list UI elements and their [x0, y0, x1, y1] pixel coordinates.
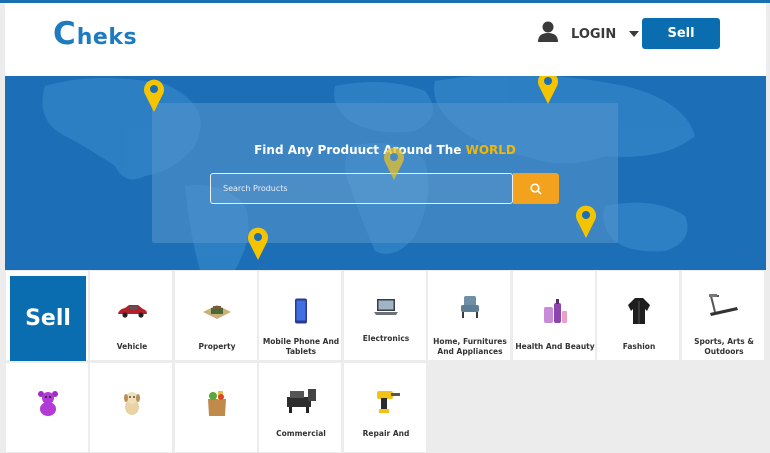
hero-title-main: Find Any Produuct Around The: [254, 143, 466, 157]
map-pin-icon: [538, 76, 558, 104]
category-label: Sports, Arts & Outdoors: [694, 337, 754, 356]
map-pin-icon: [384, 147, 404, 180]
category-property[interactable]: Property: [174, 270, 258, 361]
dog-icon: [124, 392, 140, 415]
category-label: Fashion: [622, 342, 656, 351]
category-label: Commercial: [276, 429, 326, 438]
search-icon: [530, 182, 542, 195]
category-repair[interactable]: Repair And: [343, 362, 427, 453]
jacket-icon: [628, 298, 650, 324]
property-icon: [203, 305, 231, 319]
car-icon: [118, 305, 147, 318]
user-icon: [538, 21, 558, 48]
site-logo[interactable]: C heks: [53, 17, 137, 51]
category-label: Property: [198, 342, 236, 351]
laptop-icon: [374, 299, 398, 315]
sell-button[interactable]: Sell: [642, 18, 720, 49]
category-home-furniture[interactable]: Home, Furnitures And Appliances: [427, 270, 511, 361]
logo-mark: C: [53, 15, 76, 52]
search-input[interactable]: [211, 174, 512, 203]
map-pin-icon: [248, 227, 268, 260]
grocery-bag-icon: [208, 391, 226, 416]
category-label: Vehicle: [116, 342, 148, 351]
login-menu[interactable]: LOGIN: [538, 21, 640, 48]
search-button[interactable]: [513, 173, 559, 204]
category-toys[interactable]: [5, 362, 89, 453]
category-label: Home, Furnitures And Appliances: [433, 337, 507, 356]
map-pin-icon: [576, 205, 596, 238]
cosmetics-icon: [544, 299, 567, 323]
login-label: LOGIN: [571, 26, 617, 42]
chevron-down-icon: [629, 31, 640, 37]
search-field[interactable]: [210, 173, 513, 204]
hero-banner: Find Any Produuct Around The WORLD: [5, 76, 766, 270]
map-pin-icon: [144, 79, 164, 112]
category-vehicle[interactable]: Vehicle: [89, 270, 173, 361]
category-sports-arts[interactable]: Sports, Arts & Outdoors: [681, 270, 765, 361]
machine-icon: [287, 389, 316, 413]
hero-title-accent: WORLD: [465, 143, 516, 157]
category-label: Repair And: [362, 429, 410, 438]
teddy-bear-icon: [38, 391, 58, 416]
logo-text: heks: [76, 24, 138, 50]
drill-icon: [377, 391, 400, 413]
category-fashion[interactable]: Fashion: [596, 270, 680, 361]
treadmill-icon: [709, 294, 738, 316]
category-label: Health And Beauty: [515, 342, 595, 351]
armchair-icon: [461, 296, 479, 318]
category-health-beauty[interactable]: Health And Beauty: [512, 270, 596, 361]
sell-tile-container: Sell: [5, 270, 89, 361]
category-mobile-phones[interactable]: Mobile Phone And Tablets: [258, 270, 342, 361]
category-groceries[interactable]: [174, 362, 258, 453]
site-header: C heks LOGIN Sell: [5, 3, 766, 76]
category-label: Mobile Phone And Tablets: [262, 337, 340, 356]
category-label: Electronics: [362, 334, 410, 343]
phone-icon: [295, 298, 307, 324]
category-electronics[interactable]: Electronics: [343, 270, 427, 361]
sell-tile[interactable]: Sell: [10, 276, 86, 361]
category-commercial[interactable]: Commercial: [258, 362, 342, 453]
category-grid: Sell Vehicle Property Mobile Phone And T…: [5, 270, 766, 453]
category-pets[interactable]: [89, 362, 173, 453]
